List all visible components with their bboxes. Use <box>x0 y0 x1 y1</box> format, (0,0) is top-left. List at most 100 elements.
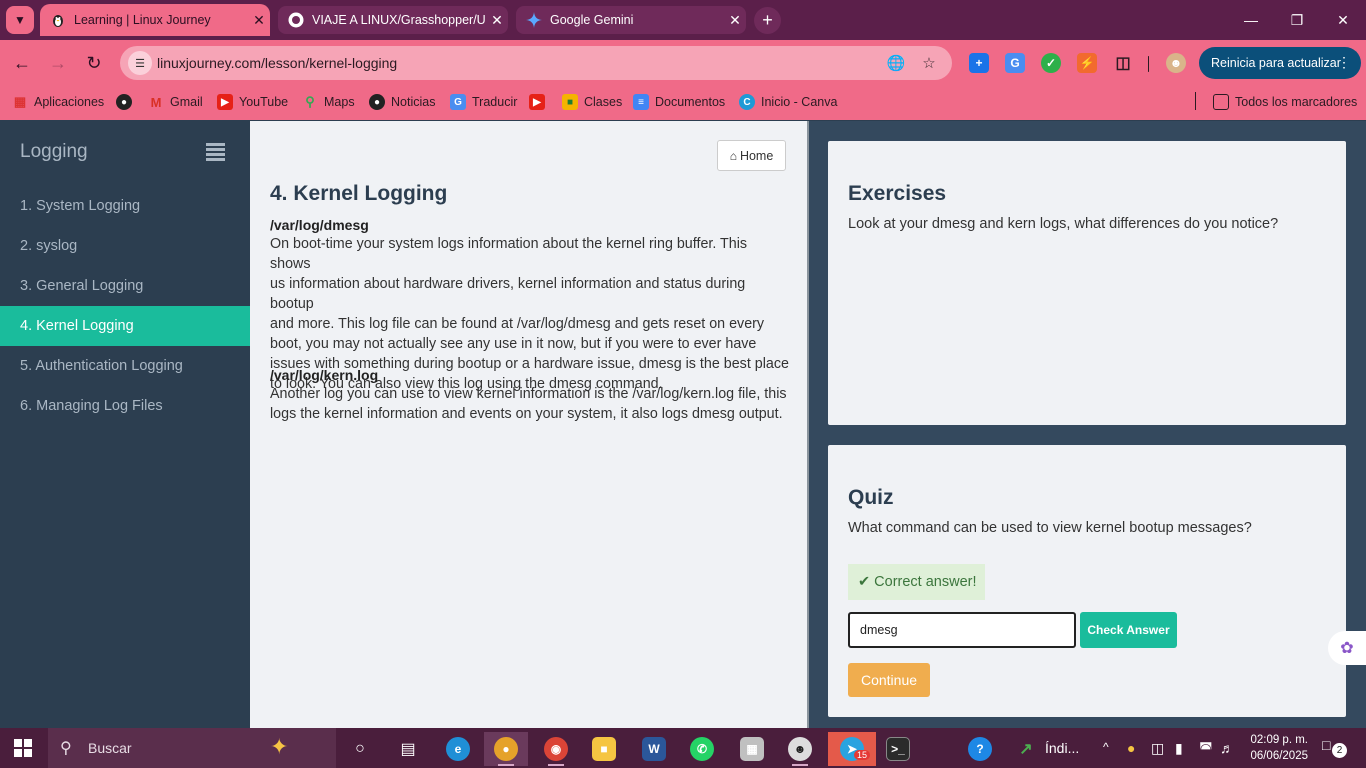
extension-bolt-icon[interactable]: ⚡ <box>1077 53 1097 73</box>
bookmark-label: YouTube <box>239 95 289 109</box>
gmail-icon: M <box>150 94 162 110</box>
volume-icon[interactable]: ♬ <box>1220 740 1234 756</box>
show-hidden-icons-chevron-icon[interactable]: ^ <box>1103 740 1109 754</box>
sidebar-item-syslog[interactable]: 2. syslog <box>0 226 250 266</box>
edge-icon[interactable]: e <box>436 732 480 766</box>
section-body-kern-log: Another log you can use to view kernel i… <box>270 384 790 424</box>
sidebar-item-managing-log-files[interactable]: 6. Managing Log Files <box>0 386 250 426</box>
bookmark-documentos[interactable]: ≡ Documentos <box>633 92 725 112</box>
wifi-icon[interactable]: ◚ <box>1199 740 1213 757</box>
url-text[interactable]: linuxjourney.com/lesson/kernel-logging <box>157 55 397 71</box>
feedback-text: Correct answer! <box>874 574 977 590</box>
site-settings-icon[interactable]: ☰ <box>128 51 152 75</box>
bookmark-globe[interactable]: ● <box>116 92 138 112</box>
more-menu-icon[interactable]: ⋮ <box>1337 54 1351 71</box>
bookmark-noticias[interactable]: ● Noticias <box>369 92 435 112</box>
taskbar-search-box[interactable]: ⚲ Buscar ✦ <box>48 728 336 768</box>
clock-date: 06/06/2025 <box>1250 750 1308 762</box>
sparkle-icon: ✦ <box>270 734 289 759</box>
minimize-icon[interactable]: — <box>1228 0 1274 40</box>
check-answer-button[interactable]: Check Answer <box>1080 612 1177 648</box>
quiz-question: What command can be used to view kernel … <box>848 520 1252 536</box>
tray-app-icon[interactable]: ● <box>1127 740 1135 756</box>
tab-github[interactable]: VIAJE A LINUX/Grasshopper/Us ✕ <box>278 6 508 34</box>
tab-title: VIAJE A LINUX/Grasshopper/Us <box>312 13 486 27</box>
photos-icon[interactable]: ▦ <box>730 732 774 766</box>
notification-count: 2 <box>1332 743 1347 758</box>
bookmark-clases[interactable]: ■ Clases <box>562 92 622 112</box>
notification-center-icon[interactable]: □ 2 <box>1322 737 1347 759</box>
update-browser-button[interactable]: Reinicia para actualizar ⋮ <box>1199 47 1361 79</box>
bookmark-canva[interactable]: C Inicio - Canva <box>739 92 837 112</box>
tab-close-icon[interactable]: ✕ <box>724 12 746 29</box>
extensions-puzzle-icon[interactable]: ◫ <box>1113 53 1133 73</box>
sidebar-item-system-logging[interactable]: 1. System Logging <box>0 186 250 226</box>
correct-answer-alert: ✔ Correct answer! <box>848 564 985 600</box>
bookmark-aplicaciones[interactable]: ▦ Aplicaciones <box>12 92 104 112</box>
canva-icon: C <box>739 94 755 110</box>
word-icon[interactable]: W <box>632 732 676 766</box>
reload-icon[interactable]: ↻ <box>80 49 108 77</box>
lesson-title: 4. Kernel Logging <box>270 182 448 205</box>
restore-icon[interactable]: ❐ <box>1274 0 1320 40</box>
new-tab-plus-icon[interactable]: + <box>754 7 781 34</box>
bookmark-label: Maps <box>324 95 355 109</box>
bookmark-maps[interactable]: ⚲ Maps <box>302 92 355 112</box>
extension-translate-icon[interactable]: G <box>1005 53 1025 73</box>
task-view-icon[interactable]: ▤ <box>386 732 430 766</box>
sidebar-item-general-logging[interactable]: 3. General Logging <box>0 266 250 306</box>
terminal-icon[interactable]: >_ <box>876 732 920 766</box>
docs-icon: ≡ <box>633 94 649 110</box>
bookmark-traducir[interactable]: G Traducir <box>450 92 517 112</box>
folder-icon <box>1213 94 1229 110</box>
cortana-icon[interactable]: ○ <box>338 732 382 766</box>
avatar-app-icon[interactable]: ☻ <box>778 732 822 766</box>
tray-device-icon[interactable]: ◫ <box>1151 740 1164 757</box>
address-bar[interactable]: ☰ linuxjourney.com/lesson/kernel-logging… <box>120 46 952 80</box>
bookmarks-divider <box>1195 92 1196 110</box>
continue-button[interactable]: Continue <box>848 663 930 697</box>
brain-assistant-icon[interactable]: ✿ <box>1328 631 1366 665</box>
chrome-icon[interactable]: ◉ <box>534 732 578 766</box>
close-window-icon[interactable]: ✕ <box>1320 0 1366 40</box>
extension-check-icon[interactable]: ✓ <box>1041 53 1061 73</box>
bookmark-youtube[interactable]: ▶ YouTube <box>217 92 288 112</box>
sidebar-item-authentication-logging[interactable]: 5. Authentication Logging <box>0 346 250 386</box>
extension-plus-icon[interactable]: + <box>969 53 989 73</box>
back-arrow-icon[interactable]: ← <box>8 49 36 77</box>
body-line: On boot-time your system logs informatio… <box>270 236 748 272</box>
tab-close-icon[interactable]: ✕ <box>486 12 508 29</box>
file-explorer-icon[interactable]: ■ <box>582 732 626 766</box>
tab-gemini[interactable]: Google Gemini ✕ <box>516 6 746 34</box>
profile-avatar-icon[interactable]: ☻ <box>1166 53 1186 73</box>
system-clock[interactable]: 02:09 p. m. 06/06/2025 <box>1240 732 1308 764</box>
help-icon[interactable]: ? <box>958 732 1002 766</box>
hamburger-menu-icon[interactable] <box>206 143 226 161</box>
stock-chart-icon[interactable]: ↗ <box>1004 732 1048 766</box>
tab-search-chevron-icon[interactable]: ▼ <box>6 6 34 34</box>
home-button[interactable]: ⌂ Home <box>717 140 786 171</box>
translate-icon: G <box>450 94 466 110</box>
practice-pane: Exercises Look at your dmesg and kern lo… <box>809 121 1366 728</box>
battery-icon[interactable]: ▮ <box>1175 740 1183 757</box>
all-bookmarks-folder[interactable]: Todos los marcadores <box>1213 92 1357 112</box>
bookmark-gmail[interactable]: M Gmail <box>148 92 203 112</box>
tab-close-icon[interactable]: ✕ <box>248 12 270 29</box>
body-line: logs the kernel information and events o… <box>270 406 783 422</box>
home-label: Home <box>739 148 774 163</box>
bookmark-youtube-2[interactable]: ▶ <box>529 92 551 112</box>
telegram-icon[interactable]: ➤ 15 <box>828 732 876 766</box>
forward-arrow-icon[interactable]: → <box>44 49 72 77</box>
tab-linux-journey[interactable]: Learning | Linux Journey ✕ <box>40 4 270 36</box>
clock-time: 02:09 p. m. <box>1250 734 1308 746</box>
sidebar-title: Logging <box>20 141 88 162</box>
windows-start-icon[interactable] <box>14 739 32 757</box>
answer-input[interactable]: dmesg <box>848 612 1076 648</box>
bookmark-star-icon[interactable]: ☆ <box>919 53 939 73</box>
bookmark-label: Traducir <box>472 95 518 109</box>
chrome-profile-icon[interactable]: ● <box>484 732 528 766</box>
whatsapp-icon[interactable]: ✆ <box>680 732 724 766</box>
github-icon <box>288 12 304 28</box>
translate-page-icon[interactable]: 🌐 <box>886 53 906 73</box>
sidebar-item-kernel-logging[interactable]: 4. Kernel Logging <box>0 306 250 346</box>
